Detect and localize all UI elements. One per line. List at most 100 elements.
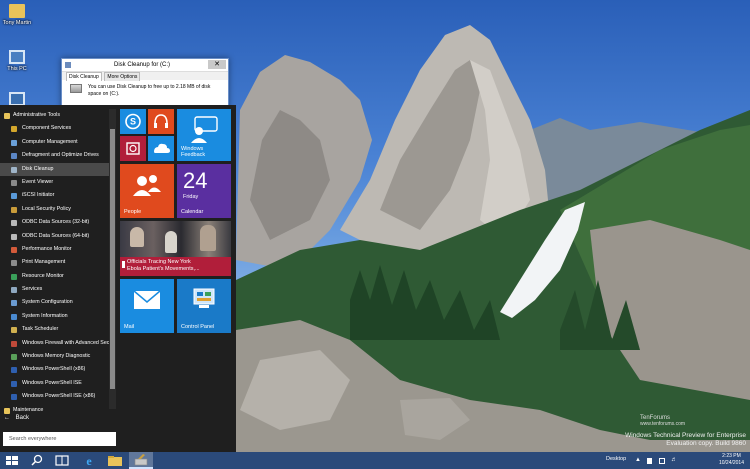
internet-explorer-icon: e — [86, 454, 92, 468]
clock-time: 2:23 PM — [722, 453, 741, 459]
people-icon — [133, 175, 161, 196]
headphones-icon — [154, 114, 168, 128]
app-icon — [11, 380, 17, 387]
taskbar-internet-explorer[interactable]: e — [77, 452, 101, 469]
app-list-item[interactable]: Windows PowerShell ISE — [0, 377, 110, 390]
back-button[interactable]: ← Back — [4, 415, 29, 421]
tile-music[interactable] — [148, 109, 174, 134]
app-icon — [11, 166, 17, 173]
app-list-item[interactable]: Event Viewer — [0, 176, 110, 189]
app-label: Component Services — [22, 125, 72, 132]
app-list-scrollbar[interactable] — [109, 109, 116, 409]
mail-icon — [133, 290, 161, 309]
desktop-toolbar-label[interactable]: Desktop — [606, 456, 626, 462]
evaluation-watermark: Windows Technical Preview for Enterprise… — [625, 432, 746, 448]
app-list-item[interactable]: Local Security Policy — [0, 203, 110, 216]
computer-icon — [9, 50, 25, 64]
app-label: Windows Firewall with Advanced Security — [22, 339, 110, 346]
app-label: Administrative Tools — [13, 112, 61, 118]
clock-date: 10/24/2014 — [718, 460, 744, 466]
tray-icons: ▲ ♬ — [635, 457, 705, 465]
app-icon — [11, 220, 17, 227]
volume-icon[interactable]: ♬ — [671, 457, 677, 463]
folder-icon — [4, 113, 10, 119]
svg-text:e: e — [86, 454, 92, 468]
flag-icon[interactable] — [647, 458, 652, 464]
app-label: Event Viewer — [22, 178, 54, 185]
desktop-icon-this-pc[interactable]: This PC — [0, 50, 34, 72]
app-icon — [11, 327, 17, 334]
control-panel-icon — [193, 288, 215, 308]
app-list-item[interactable]: Windows Memory Diagnostic — [0, 350, 110, 363]
tile-label-calendar: Calendar — [181, 209, 204, 215]
app-list-item[interactable]: Print Management — [0, 256, 110, 269]
camera-icon — [126, 142, 140, 155]
tile-control-panel[interactable]: Control Panel — [177, 279, 231, 333]
app-list-item[interactable]: System Information — [0, 310, 110, 323]
app-list-item[interactable]: Defragment and Optimize Drives — [0, 149, 110, 162]
app-list-item[interactable]: iSCSI Initiator — [0, 189, 110, 202]
back-label: Back — [15, 415, 30, 421]
clock[interactable]: 2:23 PM 10/24/2014 — [719, 453, 744, 467]
app-label: ODBC Data Sources (32-bit) — [22, 219, 90, 226]
app-label: iSCSI Initiator — [22, 192, 55, 199]
site-url: www.tenforums.com — [640, 421, 686, 427]
task-view-icon — [55, 455, 69, 466]
app-list-item[interactable]: ODBC Data Sources (32-bit) — [0, 216, 110, 229]
tile-people[interactable]: People — [120, 164, 174, 218]
app-list-item[interactable]: Windows PowerShell (x86) — [0, 363, 110, 376]
search-input[interactable]: Search everywhere — [3, 432, 116, 446]
tile-skype[interactable]: S — [120, 109, 146, 134]
tile-label-people: People — [124, 209, 142, 215]
app-icon — [11, 367, 17, 374]
chevron-up-icon[interactable]: ▲ — [635, 457, 641, 463]
taskbar-disk-cleanup[interactable] — [129, 452, 153, 469]
network-icon[interactable] — [659, 458, 665, 464]
tile-mail[interactable]: Mail — [120, 279, 174, 333]
tile-news[interactable]: Officials Tracing New York Ebola Patient… — [120, 221, 231, 276]
app-list-item[interactable]: Resource Monitor — [0, 270, 110, 283]
calendar-day-name: Friday — [183, 194, 199, 200]
tile-onedrive[interactable] — [148, 136, 174, 161]
desktop-icon-user-folder[interactable]: Tony Martin — [0, 4, 34, 26]
tile-label-control-panel: Control Panel — [181, 324, 215, 330]
app-list-item[interactable]: Task Scheduler — [0, 323, 110, 336]
tile-windows-feedback[interactable]: Windows Feedback — [177, 109, 231, 161]
app-label: Task Scheduler — [22, 326, 59, 333]
app-list-item[interactable]: Performance Monitor — [0, 243, 110, 256]
user-folder-icon — [9, 4, 25, 18]
app-list-item[interactable]: Computer Management — [0, 136, 110, 149]
tile-video[interactable] — [120, 136, 146, 161]
app-icon — [11, 300, 17, 307]
task-view-button[interactable] — [50, 452, 74, 469]
tile-calendar[interactable]: 24 Friday Calendar — [177, 164, 231, 218]
app-label: Windows PowerShell ISE (x86) — [22, 393, 96, 400]
app-label: Maintenance — [13, 406, 44, 413]
app-list: Administrative Tools Component Services Co… — [0, 109, 110, 417]
app-icon — [11, 394, 17, 401]
app-list-item[interactable]: Component Services — [0, 122, 110, 135]
app-list-item[interactable]: ODBC Data Sources (64-bit) — [0, 230, 110, 243]
app-label: Disk Cleanup — [22, 165, 54, 172]
app-list-item[interactable]: System Configuration — [0, 296, 110, 309]
taskbar-file-explorer[interactable] — [103, 452, 127, 469]
folder-icon — [4, 407, 10, 414]
folder-icon — [108, 456, 122, 466]
taskbar-search-button[interactable] — [25, 452, 49, 469]
start-button[interactable] — [0, 452, 24, 469]
app-list-folder[interactable]: Administrative Tools — [0, 109, 110, 122]
app-label: Windows PowerShell ISE — [22, 379, 82, 386]
app-icon — [11, 354, 17, 361]
app-label: System Information — [22, 312, 68, 319]
app-icon — [11, 206, 17, 213]
app-list-item[interactable]: Disk Cleanup — [0, 162, 110, 176]
disk-cleanup-icon — [65, 62, 71, 68]
skype-icon: S — [125, 113, 141, 130]
close-button[interactable]: ✕ — [208, 60, 226, 69]
app-list-item[interactable]: Services — [0, 283, 110, 296]
app-list-item[interactable]: Windows PowerShell ISE (x86) — [0, 390, 110, 403]
app-list-item[interactable]: Windows Firewall with Advanced Security — [0, 337, 110, 350]
tab-bar: Disk Cleanup More Options — [62, 71, 228, 81]
window-titlebar[interactable]: Disk Cleanup for (C:) ✕ — [62, 59, 228, 71]
scrollbar-thumb[interactable] — [110, 129, 115, 389]
